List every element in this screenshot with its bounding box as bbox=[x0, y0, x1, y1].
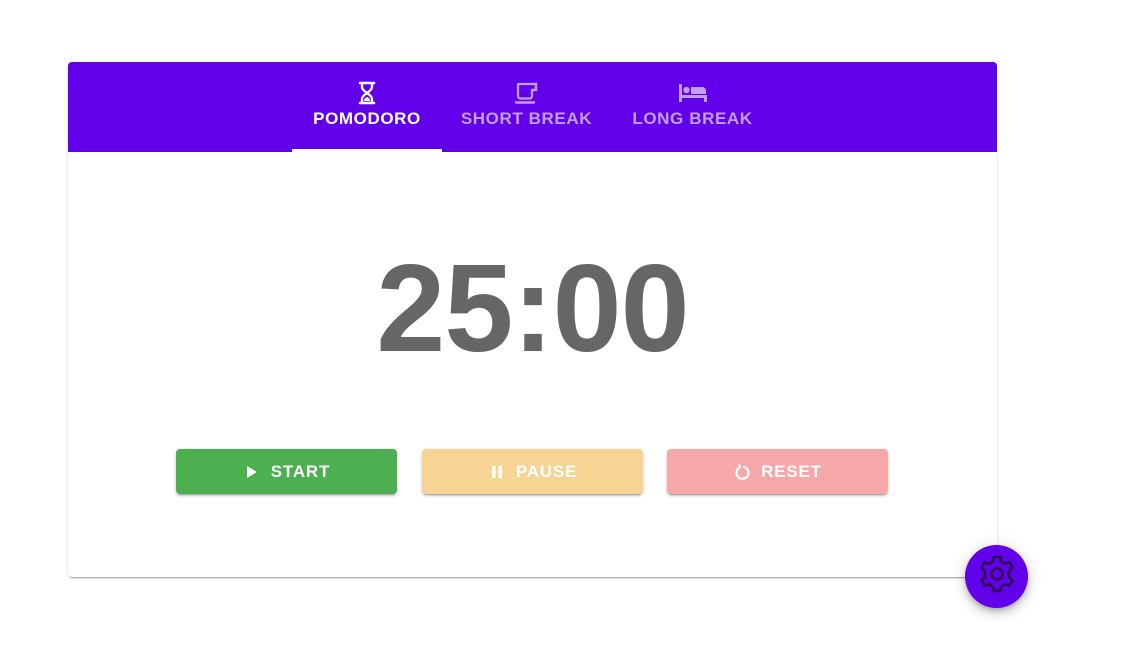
tab-pomodoro[interactable]: POMODORO bbox=[292, 62, 442, 152]
pause-button-label: PAUSE bbox=[515, 461, 578, 481]
reset-button[interactable]: RESET bbox=[667, 449, 888, 494]
pause-button[interactable]: PAUSE bbox=[422, 449, 643, 494]
play-icon bbox=[243, 463, 261, 481]
gear-icon bbox=[977, 554, 1017, 599]
timer-display: 25:00 bbox=[376, 240, 689, 378]
start-button-label: START bbox=[270, 461, 331, 481]
tab-long-break[interactable]: LONG BREAK bbox=[621, 62, 764, 152]
start-button[interactable]: START bbox=[176, 449, 397, 494]
settings-button[interactable] bbox=[965, 545, 1028, 608]
tab-long-break-label: LONG BREAK bbox=[632, 109, 753, 128]
tab-short-break-label: SHORT BREAK bbox=[460, 109, 593, 128]
timer-card: POMODORO SHORT BREAK LONG BREAK 25:00 ST… bbox=[68, 62, 997, 577]
active-tab-indicator bbox=[292, 149, 442, 152]
tab-short-break[interactable]: SHORT BREAK bbox=[448, 62, 605, 152]
hourglass-icon bbox=[352, 80, 382, 106]
tab-pomodoro-label: POMODORO bbox=[313, 109, 421, 128]
coffee-cup-icon bbox=[512, 80, 542, 106]
reset-button-label: RESET bbox=[761, 461, 822, 481]
reset-icon bbox=[733, 463, 751, 481]
bed-icon bbox=[678, 80, 708, 106]
mode-tab-bar: POMODORO SHORT BREAK LONG BREAK bbox=[68, 62, 997, 152]
pause-icon bbox=[488, 463, 506, 481]
